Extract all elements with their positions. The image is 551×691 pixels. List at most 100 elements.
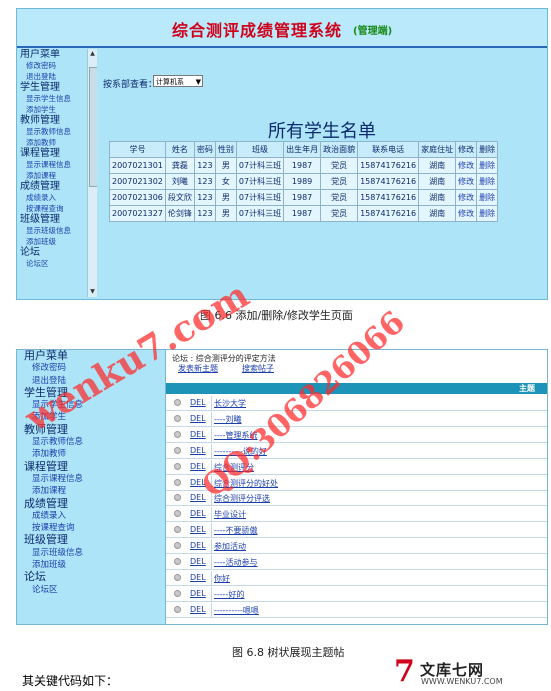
delete-topic-link[interactable]: DEL <box>190 446 210 455</box>
table-cell: 1987 <box>283 157 322 174</box>
sidebar-section-heading[interactable]: 课程管理 <box>17 460 165 473</box>
topic-status-icon <box>174 399 181 406</box>
sidebar-item[interactable]: 添加课程 <box>17 170 85 181</box>
sidebar-item[interactable]: 成绩录入 <box>17 192 85 203</box>
student-admin-screenshot: 综合测评成绩管理系统 (管理端) 用户菜单 修改密码 退出登陆 学生管理 显示学生信息添… <box>16 8 548 300</box>
delete-link[interactable]: 删除 <box>476 157 499 174</box>
sidebar-item[interactable]: 添加班级 <box>17 236 85 247</box>
topic-status-icon <box>174 430 181 438</box>
table-cell: 党员 <box>320 157 359 174</box>
sidebar-item[interactable]: 退出登陆 <box>17 71 85 82</box>
delete-topic-link[interactable]: DEL <box>190 541 210 550</box>
sidebar-item[interactable]: 显示课程信息 <box>17 473 165 485</box>
sidebar-item[interactable]: 添加教师 <box>17 137 85 148</box>
sidebar-item[interactable]: 论坛区 <box>17 584 165 596</box>
sidebar-section-heading[interactable]: 学生管理 <box>17 82 85 93</box>
delete-link[interactable]: 删除 <box>476 189 499 206</box>
sidebar-item[interactable]: 显示班级信息 <box>17 225 85 236</box>
delete-topic-link[interactable]: DEL <box>190 525 210 534</box>
column-divider <box>211 555 212 569</box>
topic-status-icon <box>174 510 181 518</box>
student-table: 学号 姓名 密码 性别 班级 出生年月 政治面貌 联系电话 家庭住址 修改 删除 200702130… <box>109 141 499 222</box>
sidebar-item[interactable]: 添加课程 <box>17 485 165 497</box>
sidebar-section-heading[interactable]: 论坛 <box>17 571 165 584</box>
delete-topic-link[interactable]: DEL <box>190 398 210 407</box>
edit-link[interactable]: 修改 <box>455 173 478 190</box>
topic-link[interactable]: 毕业设计 <box>214 509 246 520</box>
sidebar-item[interactable]: 论坛区 <box>17 258 85 269</box>
delete-topic-link[interactable]: DEL <box>190 493 210 502</box>
sidebar-section-heading[interactable]: 课程管理 <box>17 148 85 159</box>
sidebar-item[interactable]: 修改密码 <box>17 60 85 71</box>
table-cell: 刘曦 <box>164 173 195 190</box>
column-divider <box>211 443 212 458</box>
topic-link[interactable]: ----不要骄傲 <box>214 525 258 536</box>
sidebar-item[interactable]: 显示教师信息 <box>17 126 85 137</box>
table-cell: 07计科三班 <box>235 189 285 206</box>
delete-link[interactable]: 删除 <box>476 205 499 222</box>
search-posts-link[interactable]: 搜索帖子 <box>242 363 274 374</box>
table-cell: 龚磊 <box>164 157 195 174</box>
topic-status-icon <box>174 494 181 502</box>
topic-row: DEL ----刘曦 <box>166 411 547 427</box>
table-cell: 男 <box>214 157 237 174</box>
table-cell: 湖南 <box>418 189 457 206</box>
body-text: 其关键代码如下： <box>22 674 119 688</box>
column-header: 政治面貌 <box>320 141 359 158</box>
topic-link[interactable]: -----好的 <box>214 589 244 600</box>
topic-link[interactable]: ----------嗯嗯 <box>214 605 259 616</box>
sidebar-section-heading[interactable]: 论坛 <box>17 247 85 258</box>
sidebar-section-heading[interactable]: 用户菜单 <box>17 49 85 60</box>
sidebar-item[interactable]: 显示课程信息 <box>17 159 85 170</box>
delete-topic-link[interactable]: DEL <box>190 509 210 518</box>
sidebar-item[interactable]: 按课程查询 <box>17 203 85 214</box>
delete-topic-link[interactable]: DEL <box>190 605 210 614</box>
topic-link[interactable]: 长沙大学 <box>214 398 246 409</box>
table-cell: 湖南 <box>418 173 457 190</box>
sidebar-item[interactable]: 显示学生信息 <box>17 93 85 104</box>
table-cell: 123 <box>193 189 216 206</box>
table-row: 2007021327 伦剑锋 123 男 07计科三班 1987 党员 15874176216… <box>109 205 499 222</box>
delete-topic-link[interactable]: DEL <box>190 589 210 598</box>
sidebar-section-heading[interactable]: 成绩管理 <box>17 497 165 510</box>
sidebar-section-heading[interactable]: 教师管理 <box>17 115 85 126</box>
sidebar-item[interactable]: 添加学生 <box>17 104 85 115</box>
topic-link[interactable]: 参加活动 <box>214 541 246 552</box>
dept-select[interactable]: 计算机系 ▼ <box>153 75 203 87</box>
edit-link[interactable]: 修改 <box>455 189 478 206</box>
delete-topic-link[interactable]: DEL <box>190 573 210 582</box>
column-header: 出生年月 <box>283 141 322 158</box>
table-cell: 15874176216 <box>357 157 420 174</box>
topic-link[interactable]: 你好 <box>214 573 230 584</box>
sidebar-item[interactable]: 添加教师 <box>17 448 165 460</box>
scroll-down-icon[interactable]: ▼ <box>89 288 96 296</box>
new-topic-link[interactable]: 发表新主题 <box>178 363 218 374</box>
table-cell: 段文欣 <box>164 189 195 206</box>
sidebar-section-heading[interactable]: 班级管理 <box>17 214 85 225</box>
sidebar-section-heading[interactable]: 班级管理 <box>17 534 165 547</box>
topic-link[interactable]: ----刘曦 <box>214 414 242 425</box>
table-cell: 党员 <box>320 189 359 206</box>
column-divider <box>211 427 212 442</box>
sidebar-item[interactable]: 成绩录入 <box>17 510 165 522</box>
table-cell: 123 <box>193 205 216 222</box>
delete-topic-link[interactable]: DEL <box>190 557 210 566</box>
table-cell: 07计科三班 <box>235 205 285 222</box>
edit-link[interactable]: 修改 <box>455 157 478 174</box>
sidebar-item[interactable]: 显示班级信息 <box>17 547 165 559</box>
table-row: 2007021302 刘曦 123 女 07计科三班 1989 党员 15874176216 湖… <box>109 173 499 190</box>
delete-link[interactable]: 删除 <box>476 173 499 190</box>
table-cell: 2007021327 <box>109 205 166 222</box>
scroll-up-icon[interactable]: ▲ <box>89 50 96 58</box>
site-logo: 7 文库七网 WWW.WENKU7.COM <box>392 654 548 690</box>
table-cell: 1987 <box>283 205 322 222</box>
topic-status-icon <box>174 526 181 534</box>
edit-link[interactable]: 修改 <box>455 205 478 222</box>
delete-topic-link[interactable]: DEL <box>190 430 210 439</box>
delete-topic-link[interactable]: DEL <box>190 414 210 423</box>
sidebar-section-heading[interactable]: 成绩管理 <box>17 181 85 192</box>
table-cell: 伦剑锋 <box>164 205 195 222</box>
topic-link[interactable]: ----活动参与 <box>214 557 258 568</box>
topic-row: DEL -----好的 <box>166 586 547 602</box>
app-header: 综合测评成绩管理系统 (管理端) <box>17 9 547 48</box>
